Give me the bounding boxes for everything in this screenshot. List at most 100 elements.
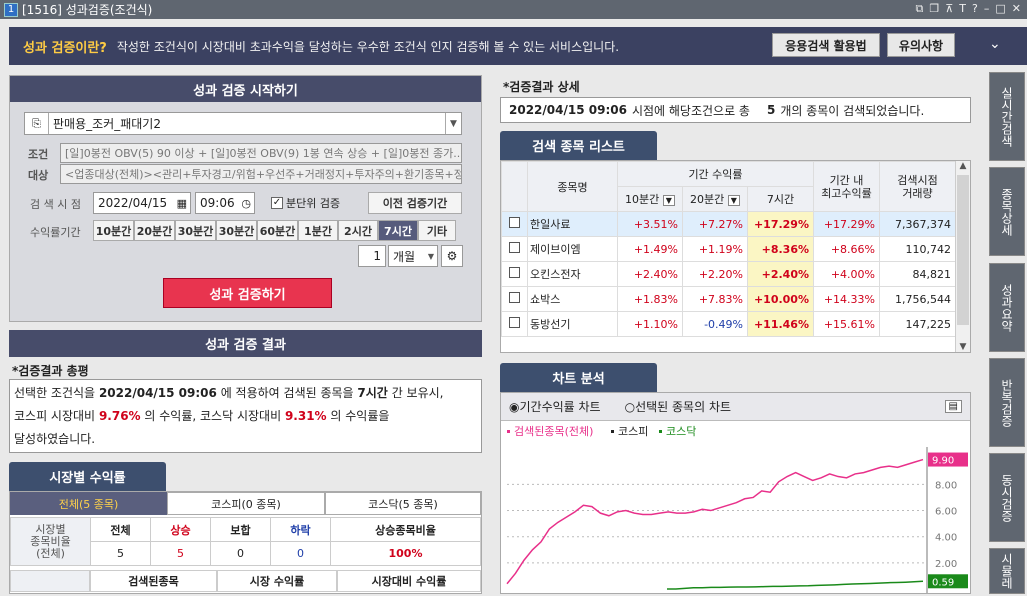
dropdown-arrow-icon[interactable]: ▼ (662, 195, 675, 206)
notes-button[interactable]: 유의사항 (887, 33, 955, 57)
clock-icon[interactable]: ◷ (241, 197, 251, 210)
period-tab[interactable]: 60분간 (257, 220, 298, 241)
market-tab[interactable]: 시장별 수익률 (9, 462, 166, 491)
checkbox-checked-icon[interactable]: ✓ (271, 197, 283, 209)
col-stock-name: 종목명 (527, 161, 618, 212)
col-period-return: 기간 수익률 (617, 161, 814, 187)
checkbox-icon[interactable] (509, 317, 520, 328)
unit-value: 개월 (393, 249, 416, 264)
val-down: 0 (270, 541, 331, 566)
prev-period-button[interactable]: 이전 검증기간 (368, 192, 462, 214)
side-tab[interactable]: 동시검증 (989, 453, 1025, 542)
period-tab[interactable]: 30분간 (175, 220, 216, 241)
scroll-thumb[interactable] (957, 175, 969, 325)
calendar-icon[interactable]: ▦ (177, 197, 187, 210)
scroll-up-icon[interactable]: ▲ (956, 161, 970, 171)
scrollbar[interactable]: ▲ ▼ (955, 161, 970, 352)
pin-icon[interactable]: ⊼ (945, 2, 953, 16)
target-label: 대상 (28, 169, 49, 182)
val-flat: 0 (210, 541, 271, 566)
summary-text: 달성하였습니다. (14, 432, 96, 446)
dropdown-arrow-icon[interactable]: ▼ (445, 113, 461, 134)
last-value-label: 9.90 (932, 456, 954, 467)
radio-period-chart[interactable]: ◉기간수익률 차트 (509, 398, 601, 415)
stock-list-tab[interactable]: 검색 종목 리스트 (500, 131, 657, 160)
run-verify-button[interactable]: 성과 검증하기 (163, 278, 332, 308)
formula-name: 판매용_조커_패대기2 (53, 117, 161, 131)
formula-select[interactable]: ⎘ 판매용_조커_패대기2 ▼ (24, 112, 462, 135)
checkbox-icon[interactable] (509, 267, 520, 278)
gear-icon[interactable]: ⚙ (441, 245, 463, 267)
detail-text: 개의 종목이 검색되었습니다. (780, 103, 925, 118)
y-tick-label: 4.00 (935, 533, 957, 544)
checkbox-icon[interactable] (509, 242, 520, 253)
chart-tab[interactable]: 차트 분석 (500, 363, 657, 392)
market-row-label: 시장별 종목비율 (전체) (10, 517, 91, 566)
side-tab[interactable]: 종목상세 (989, 167, 1025, 256)
checkbox-icon[interactable] (509, 292, 520, 303)
subtab-kosdaq[interactable]: 코스닥(5 종목) (325, 492, 481, 515)
count-input[interactable]: 1 (358, 245, 386, 267)
period-tab[interactable]: 1분간 (298, 220, 338, 241)
row-checkbox[interactable] (501, 236, 528, 262)
table-row[interactable]: 오킨스전자 +2.40% +2.20% +2.40% +4.00% 84,821 (501, 261, 956, 287)
side-tab[interactable]: 성과요약 (989, 263, 1025, 352)
return-10m: +1.10% (617, 311, 683, 337)
legend-marker (507, 430, 510, 433)
col-up: 상승 (150, 517, 211, 542)
copy-icon[interactable]: ❐ (929, 2, 939, 16)
col-flat: 보합 (210, 517, 271, 542)
search-volume: 110,742 (879, 236, 956, 262)
row-checkbox[interactable] (501, 211, 528, 237)
col-found: 검색된종목 (90, 570, 217, 592)
search-volume: 7,367,374 (879, 211, 956, 237)
row-checkbox[interactable] (501, 261, 528, 287)
period-tab[interactable]: 30분간 (216, 220, 257, 241)
table-row[interactable]: 쇼박스 +1.83% +7.83% +10.00% +14.33% 1,756,544 (501, 286, 956, 312)
chevron-down-icon[interactable]: ⌄ (989, 36, 1001, 52)
formula-icon[interactable]: ⎘ (25, 113, 49, 134)
checkbox-icon[interactable] (509, 217, 520, 228)
row-checkbox[interactable] (501, 286, 528, 312)
table-row[interactable]: 제이브이엠 +1.49% +1.19% +8.36% +8.66% 110,742 (501, 236, 956, 262)
unit-select[interactable]: 개월 ▼ (388, 245, 438, 267)
return-20m: +2.20% (682, 261, 748, 287)
side-tab[interactable]: 반복검증 (989, 358, 1025, 447)
subtab-all[interactable]: 전체(5 종목) (10, 492, 167, 515)
table-icon[interactable]: ▤ (944, 400, 962, 413)
maximize-icon[interactable]: □ (995, 2, 1005, 16)
table-row[interactable]: 한일사료 +3.51% +7.27% +17.29% +17.29% 7,367,374 (501, 211, 956, 237)
subtab-kospi[interactable]: 코스피(0 종목) (167, 492, 325, 515)
link-icon[interactable]: ⧉ (916, 2, 924, 16)
side-tab[interactable]: 시뮬레 (989, 548, 1025, 594)
minimize-icon[interactable]: – (984, 2, 990, 16)
radio-stock-chart[interactable]: ○선택된 종목의 차트 (625, 398, 731, 415)
series-line-kosdaq (667, 580, 924, 590)
help-icon[interactable]: ? (972, 2, 978, 16)
col-sub-1[interactable]: 10분간 ▼ (617, 186, 683, 212)
summary-text: 간 보유시, (391, 386, 444, 400)
stock-name: 한일사료 (527, 211, 618, 237)
period-tab[interactable]: 10분간 (93, 220, 134, 241)
max-return: +15.61% (813, 311, 880, 337)
apply-guide-button[interactable]: 응용검색 활용법 (772, 33, 880, 57)
row-checkbox[interactable] (501, 311, 528, 337)
dropdown-arrow-icon[interactable]: ▼ (727, 195, 740, 206)
period-tab[interactable]: 기타 (418, 220, 456, 241)
period-tab[interactable]: 20분간 (134, 220, 175, 241)
scroll-down-icon[interactable]: ▼ (956, 342, 970, 352)
col-sub-2[interactable]: 20분간 ▼ (682, 186, 748, 212)
minute-check[interactable]: ✓ 분단위 검증 (271, 195, 340, 211)
close-icon[interactable]: ✕ (1012, 2, 1021, 16)
period-tab[interactable]: 7시간 (378, 220, 418, 241)
time-input[interactable]: 09:06 ◷ (195, 192, 255, 214)
font-icon[interactable]: T (959, 2, 966, 16)
side-tab[interactable]: 실시간검색 (989, 72, 1025, 161)
date-input[interactable]: 2022/04/15 ▦ (93, 192, 191, 214)
col-up-ratio: 상승종목비율 (330, 517, 481, 542)
summary-text: 의 수익률, 코스닥 시장대비 (144, 409, 282, 423)
table-row[interactable]: 동방선기 +1.10% -0.49% +11.46% +15.61% 147,225 (501, 311, 956, 337)
period-tab[interactable]: 2시간 (338, 220, 378, 241)
kosdaq-value-label: 0.59 (932, 577, 954, 588)
dropdown-arrow-icon[interactable]: ▼ (428, 252, 434, 261)
